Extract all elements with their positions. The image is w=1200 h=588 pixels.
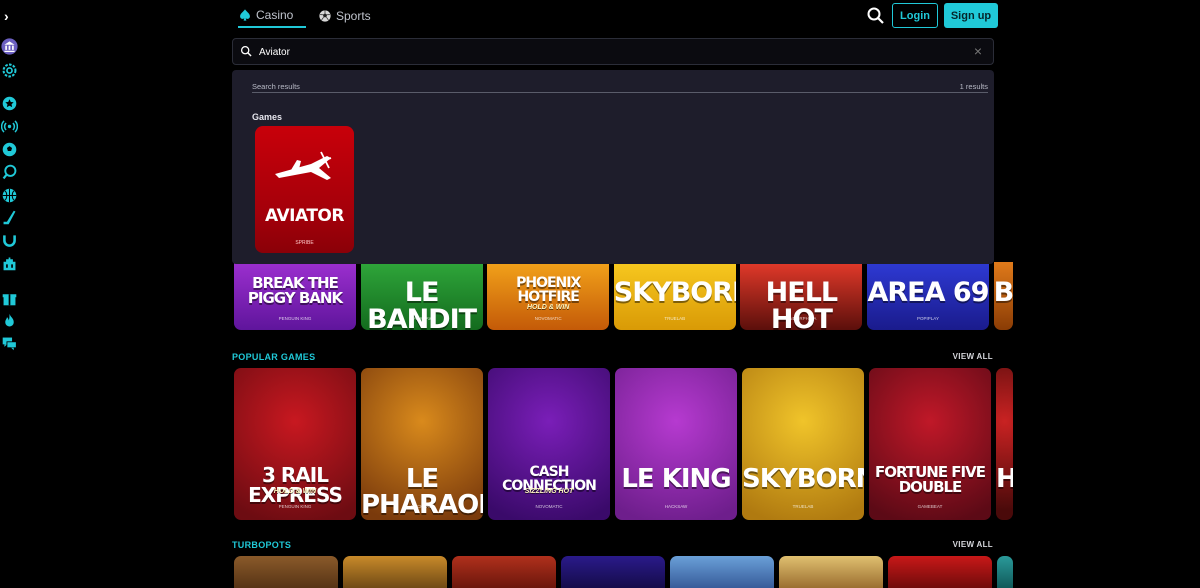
game-provider: HACKSAW xyxy=(410,504,434,509)
game-tile[interactable]: SKYBORN TRUELAB xyxy=(613,262,736,330)
gift-icon[interactable] xyxy=(1,290,18,307)
game-title: LE PHARAOH xyxy=(361,464,483,520)
game-provider: ENDORPHINA xyxy=(786,316,817,321)
game-tile[interactable]: FORTUNE FIVE DOUBLE GAMEBEAT xyxy=(869,368,991,520)
game-tile[interactable]: HELL HOT 100ENDORPHINA xyxy=(740,262,863,330)
signup-button[interactable]: Sign up xyxy=(944,3,998,28)
game-provider: TRUELAB xyxy=(664,316,686,321)
game-tile[interactable]: AREA 69 POPIPLAY xyxy=(867,262,989,330)
aviator-title: AVIATOR xyxy=(265,206,344,226)
tab-sports-label: Sports xyxy=(336,9,371,23)
search-icon[interactable] xyxy=(866,6,886,26)
chevron-right-icon[interactable]: › xyxy=(4,8,16,24)
game-provider: HACKSAW xyxy=(410,316,433,321)
game-title: LE BANDIT xyxy=(367,277,477,330)
game-provider: PENGUIN KING xyxy=(278,316,312,321)
search-bar: × xyxy=(232,38,994,65)
star-badge-icon[interactable] xyxy=(1,95,18,112)
game-title: BREAK THE PIGGY BANK xyxy=(247,274,343,307)
game-provider: NOVOMATIC xyxy=(534,316,562,321)
bank-icon[interactable] xyxy=(1,38,18,55)
game-tile[interactable] xyxy=(343,556,447,588)
game-title: HI xyxy=(996,464,1013,494)
page-scrollbar[interactable] xyxy=(1190,0,1200,588)
games-heading: Games xyxy=(252,112,283,122)
game-title: PHOENIX HOTFIRE xyxy=(516,275,581,305)
top-header: Casino Sports Login Sign up xyxy=(232,0,998,32)
fire-icon[interactable] xyxy=(1,312,18,329)
tab-casino-label: Casino xyxy=(256,8,294,22)
chat-icon[interactable] xyxy=(1,335,18,352)
search-results-panel: Search results 1 results Games AVIATOR S… xyxy=(232,70,994,264)
live-broadcast-icon[interactable] xyxy=(1,118,18,135)
game-tile[interactable]: HI xyxy=(996,368,1013,520)
game-tile[interactable]: BU xyxy=(993,262,1013,330)
popular-view-all-link[interactable]: VIEW ALL xyxy=(953,352,993,361)
settings-icon[interactable] xyxy=(1,62,18,79)
game-title: SKYBORN xyxy=(613,277,736,308)
tab-sports[interactable]: Sports xyxy=(318,4,371,28)
game-title: LE KING xyxy=(621,464,731,494)
game-subtitle: HOLD & WIN xyxy=(526,304,570,311)
game-tile[interactable] xyxy=(997,556,1013,588)
game-title: BU xyxy=(993,277,1013,308)
spade-icon xyxy=(240,9,250,21)
hockey-stick-icon[interactable] xyxy=(1,209,18,226)
game-subtitle: SIZZLING HOT xyxy=(524,488,574,495)
game-provider: PENGUIN KING xyxy=(278,504,312,509)
game-provider: HACKSAW xyxy=(664,504,688,509)
game-tile[interactable] xyxy=(452,556,556,588)
game-title: HELL HOT 100 xyxy=(765,277,838,330)
game-tile[interactable]: LE KING HACKSAW xyxy=(615,368,737,520)
game-provider: TRUELAB xyxy=(792,504,814,509)
tab-casino[interactable]: Casino xyxy=(238,4,306,28)
magnifier-icon xyxy=(240,45,252,57)
game-tile[interactable] xyxy=(779,556,883,588)
game-tile[interactable]: BREAK THE PIGGY BANK PENGUIN KING xyxy=(234,262,356,330)
turbopots-heading: TURBOPOTS xyxy=(232,540,292,550)
turbopots-view-all-link[interactable]: VIEW ALL xyxy=(953,540,993,549)
game-tile[interactable]: CASH CONNECTION SIZZLING HOT NOVOMATIC xyxy=(488,368,610,520)
game-title: SKYBORN xyxy=(742,464,864,494)
horseshoe-icon[interactable] xyxy=(1,232,18,249)
login-button[interactable]: Login xyxy=(892,3,938,28)
game-tile[interactable]: 3 RAIL EXPRESS HOLD & WIN PENGUIN KING xyxy=(234,368,356,520)
game-tile[interactable] xyxy=(888,556,992,588)
game-tile[interactable]: LE BANDIT HACKSAW xyxy=(360,262,483,330)
game-title: AREA 69 xyxy=(867,277,990,308)
search-results-label: Search results xyxy=(252,82,300,91)
game-title: 3 RAIL EXPRESS xyxy=(248,463,343,507)
game-title: FORTUNE FIVE DOUBLE xyxy=(875,463,986,496)
tennis-icon[interactable] xyxy=(1,164,18,181)
game-tile[interactable] xyxy=(670,556,774,588)
game-provider: POPIPLAY xyxy=(917,316,939,321)
game-tile[interactable]: LE PHARAOHHACKSAW xyxy=(361,368,483,520)
soccer-icon[interactable] xyxy=(1,141,18,158)
game-tile[interactable] xyxy=(561,556,665,588)
airplane-icon xyxy=(275,151,332,180)
left-sidebar: › xyxy=(0,0,20,588)
casino-building-icon[interactable] xyxy=(1,255,18,272)
divider xyxy=(252,92,988,93)
game-tile[interactable]: PHOENIX HOTFIRE HOLD & WIN NOVOMATIC xyxy=(487,262,610,330)
results-count: 1 results xyxy=(959,82,988,91)
game-provider: GAMEBEAT xyxy=(917,504,943,509)
game-provider: NOVOMATIC xyxy=(535,504,563,509)
clear-search-icon[interactable]: × xyxy=(971,44,985,58)
basketball-icon[interactable] xyxy=(1,187,18,204)
search-input[interactable] xyxy=(259,43,959,61)
game-tile[interactable]: SKYBORN TRUELAB xyxy=(742,368,864,520)
aviator-provider: SPRIBE xyxy=(295,240,314,246)
game-subtitle: HOLD & WIN xyxy=(273,488,317,495)
soccer-ball-icon xyxy=(319,10,331,22)
game-tile[interactable] xyxy=(234,556,338,588)
popular-games-heading: POPULAR GAMES xyxy=(232,352,316,362)
aviator-game-tile[interactable]: AVIATOR SPRIBE xyxy=(255,126,354,253)
